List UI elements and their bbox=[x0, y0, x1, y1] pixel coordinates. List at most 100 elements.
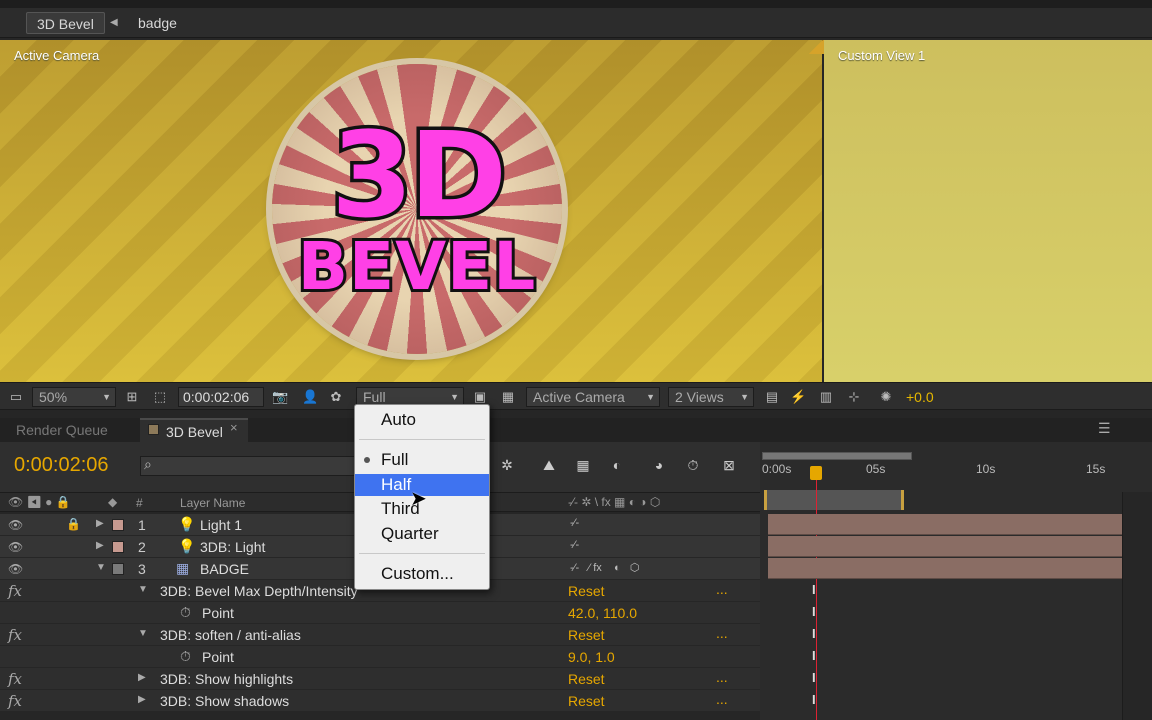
breadcrumb-layer[interactable]: badge bbox=[128, 12, 187, 34]
pixel-aspect-icon[interactable]: ▤ bbox=[764, 390, 780, 404]
keyframe-marker-icon[interactable]: I bbox=[812, 648, 816, 663]
current-time-field[interactable]: 0:00:02:06 bbox=[178, 387, 264, 407]
effect-name[interactable]: 3DB: Show highlights bbox=[160, 671, 293, 687]
keyframe-marker-icon[interactable]: I bbox=[812, 582, 816, 597]
flowchart-icon[interactable]: ⊹ bbox=[846, 390, 862, 404]
expand-triangle-icon[interactable]: ▶ bbox=[138, 694, 146, 705]
stopwatch-icon[interactable]: ⏱ bbox=[180, 604, 191, 621]
view-layout-dropdown[interactable]: 2 Views ▼ bbox=[668, 387, 754, 407]
eye-icon[interactable]: 👁 bbox=[8, 562, 23, 576]
current-time-indicator[interactable] bbox=[810, 466, 822, 480]
switch-icon[interactable]: -⁄- bbox=[570, 539, 579, 551]
reset-link[interactable]: Reset bbox=[568, 671, 605, 687]
keyframe-marker-icon[interactable]: I bbox=[812, 626, 816, 641]
graph-editor-icon[interactable]: ⊠ bbox=[718, 456, 740, 474]
layer-name[interactable]: Light 1 bbox=[200, 517, 242, 533]
switch-icon[interactable]: -⁄- bbox=[570, 517, 579, 529]
hide-shy-layers-icon[interactable]: ▦ bbox=[572, 456, 594, 474]
menu-item-auto[interactable]: Auto bbox=[355, 409, 489, 431]
expand-triangle-icon[interactable]: ▶ bbox=[138, 672, 146, 683]
frame-blending-icon[interactable]: ◐ bbox=[606, 456, 628, 474]
label-color-swatch[interactable] bbox=[112, 563, 124, 575]
motion-blur-icon[interactable]: ◕ bbox=[648, 456, 670, 474]
always-preview-icon[interactable]: ▭ bbox=[8, 390, 24, 404]
stopwatch-icon[interactable]: ⏱ bbox=[180, 648, 191, 665]
expand-triangle-icon[interactable]: ▶ bbox=[96, 540, 104, 551]
transparency-grid-icon[interactable]: ▦ bbox=[500, 390, 516, 404]
switch-icon[interactable]: -⁄- ⁄ fx ◐ ⬡ bbox=[570, 561, 639, 574]
fx-icon[interactable]: fx bbox=[8, 692, 22, 710]
timeline-icon[interactable]: ▥ bbox=[818, 390, 834, 404]
keyframe-marker-icon[interactable]: I bbox=[812, 692, 816, 707]
comp-mini-flowchart-icon[interactable]: ✲ bbox=[496, 456, 518, 474]
effect-name[interactable]: 3DB: soften / anti-alias bbox=[160, 627, 301, 643]
effect-options-link[interactable]: ... bbox=[716, 581, 728, 597]
show-snapshot-icon[interactable]: 👤 bbox=[302, 390, 318, 404]
fx-icon[interactable]: fx bbox=[8, 626, 22, 644]
property-value[interactable]: 42.0, 110.0 bbox=[568, 605, 637, 621]
active-camera-viewer[interactable]: Active Camera 3D BEVEL bbox=[0, 40, 822, 382]
label-color-swatch[interactable] bbox=[112, 519, 124, 531]
expand-triangle-icon[interactable]: ▶ bbox=[96, 518, 104, 529]
tab-render-queue[interactable]: Render Queue bbox=[0, 418, 134, 442]
menu-item-custom[interactable]: Custom... bbox=[355, 563, 489, 585]
eye-icon[interactable]: 👁 bbox=[8, 540, 23, 554]
tab-close-icon[interactable]: × bbox=[230, 420, 238, 435]
ruler-tick-label: 15s bbox=[1086, 462, 1106, 476]
work-area-bar[interactable] bbox=[764, 490, 904, 510]
effect-row[interactable]: fx ▶ 3DB: Show shadows Reset ... bbox=[0, 690, 760, 712]
property-row[interactable]: ⏱ Point 42.0, 110.0 bbox=[0, 602, 760, 624]
menu-item-full[interactable]: Full bbox=[355, 449, 489, 471]
layer-duration-bar[interactable] bbox=[768, 514, 1122, 535]
camera-view-dropdown[interactable]: Active Camera ▼ bbox=[526, 387, 660, 407]
effect-options-link[interactable]: ... bbox=[716, 691, 728, 707]
timeline-scrollbar[interactable] bbox=[1122, 492, 1152, 720]
property-value[interactable]: 9.0, 1.0 bbox=[568, 649, 615, 665]
brainstorm-icon[interactable]: ⏱ bbox=[682, 456, 704, 474]
mask-visibility-icon[interactable]: ⬚ bbox=[152, 390, 168, 404]
collapse-triangle-icon[interactable]: ▼ bbox=[138, 584, 148, 595]
switches-icons: -⁄- ✲ \ fx ▦ ◐ ◑ ⬡ bbox=[568, 495, 661, 509]
timeline-current-time[interactable]: 0:00:02:06 bbox=[14, 454, 109, 477]
draft-3d-icon[interactable]: ⛰ bbox=[538, 456, 560, 474]
exposure-value[interactable]: +0.0 bbox=[906, 389, 934, 405]
property-row[interactable]: ⏱ Point 9.0, 1.0 bbox=[0, 646, 760, 668]
timeline-search-input[interactable] bbox=[140, 456, 360, 476]
channels-icon[interactable]: ✿ bbox=[328, 390, 344, 404]
effect-name[interactable]: 3DB: Bevel Max Depth/Intensity bbox=[160, 583, 358, 599]
reset-exposure-icon[interactable]: ✺ bbox=[878, 390, 894, 404]
layer-name[interactable]: 3DB: Light bbox=[200, 539, 265, 555]
reset-link[interactable]: Reset bbox=[568, 583, 605, 599]
keyframe-marker-icon[interactable]: I bbox=[812, 670, 816, 685]
lock-icon[interactable]: 🔒 bbox=[66, 517, 81, 531]
fast-previews-icon[interactable]: ⚡ bbox=[790, 390, 806, 404]
layer-name[interactable]: BADGE bbox=[200, 561, 249, 577]
breadcrumb-comp[interactable]: 3D Bevel bbox=[26, 12, 105, 34]
effect-row[interactable]: fx ▶ 3DB: Show highlights Reset ... bbox=[0, 668, 760, 690]
label-color-swatch[interactable] bbox=[112, 541, 124, 553]
layer-duration-bar[interactable] bbox=[768, 536, 1122, 557]
reset-link[interactable]: Reset bbox=[568, 693, 605, 709]
collapse-triangle-icon[interactable]: ▼ bbox=[96, 562, 106, 573]
column-layer-name[interactable]: Layer Name bbox=[180, 496, 245, 510]
effect-name[interactable]: 3DB: Show shadows bbox=[160, 693, 289, 709]
grid-guides-icon[interactable]: ⊞ bbox=[124, 390, 140, 404]
effect-options-link[interactable]: ... bbox=[716, 625, 728, 641]
effect-row[interactable]: fx ▼ 3DB: soften / anti-alias Reset ... bbox=[0, 624, 760, 646]
eye-icon[interactable]: 👁 bbox=[8, 518, 23, 532]
reset-link[interactable]: Reset bbox=[568, 627, 605, 643]
effect-options-link[interactable]: ... bbox=[716, 669, 728, 685]
layer-duration-bar[interactable] bbox=[768, 558, 1122, 579]
snapshot-camera-icon[interactable]: 📷 bbox=[272, 390, 288, 404]
menu-item-quarter[interactable]: Quarter bbox=[355, 523, 489, 545]
ruler-tick-label: 05s bbox=[866, 462, 886, 476]
magnification-dropdown[interactable]: 50% ▼ bbox=[32, 387, 116, 407]
fx-icon[interactable]: fx bbox=[8, 582, 22, 600]
region-of-interest-icon[interactable]: ▣ bbox=[472, 390, 488, 404]
keyframe-marker-icon[interactable]: I bbox=[812, 604, 816, 619]
custom-view-viewer[interactable]: Custom View 1 bbox=[824, 40, 1152, 382]
collapse-triangle-icon[interactable]: ▼ bbox=[138, 628, 148, 639]
label-column-icon[interactable]: ◆ bbox=[108, 495, 117, 509]
panel-menu-icon[interactable]: ☰ bbox=[1098, 420, 1111, 437]
fx-icon[interactable]: fx bbox=[8, 670, 22, 688]
